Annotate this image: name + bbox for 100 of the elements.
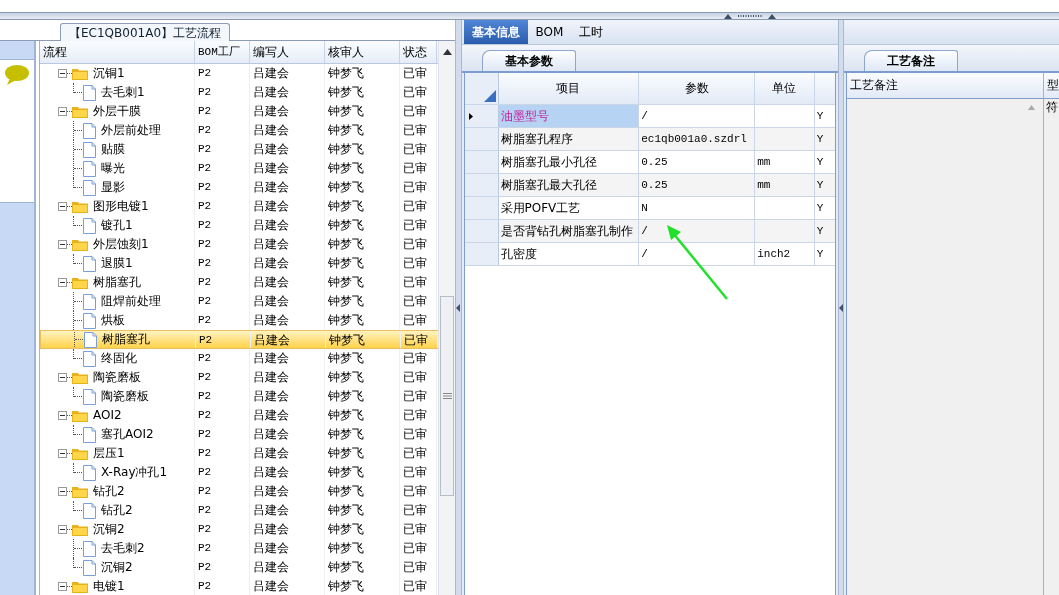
tree-item-label[interactable]: 外层前处理 <box>101 121 161 140</box>
tree-item-label[interactable]: 去毛刺2 <box>101 539 145 558</box>
collapse-toggle-icon[interactable] <box>58 240 67 249</box>
tree-item-label[interactable]: 塞孔AOI2 <box>101 425 154 444</box>
table-cell[interactable]: inch2 <box>755 243 815 265</box>
tree-item-label[interactable]: 显影 <box>101 178 125 197</box>
tree-item-label[interactable]: 树脂塞孔 <box>102 331 150 348</box>
collapse-handle-icon[interactable] <box>723 13 776 19</box>
tree-item-label[interactable]: 镀孔1 <box>101 216 133 235</box>
column-header[interactable]: 型 <box>1044 73 1059 98</box>
table-cell[interactable]: 0.25 <box>639 174 756 196</box>
table-cell[interactable]: mm <box>755 174 815 196</box>
tree-item-label[interactable]: 沉铜2 <box>93 520 125 539</box>
tree-item-label[interactable]: 层压1 <box>93 444 125 463</box>
table-cell[interactable]: 采用POFV工艺 <box>498 197 640 219</box>
collapse-arrow-icon[interactable] <box>838 303 843 312</box>
table-cell: 吕建会 <box>250 83 325 102</box>
tab[interactable]: 基本参数 <box>481 50 576 71</box>
tab[interactable]: 基本信息 <box>463 20 528 44</box>
collapse-toggle-icon[interactable] <box>58 449 67 458</box>
row-header[interactable] <box>464 197 499 219</box>
collapse-toggle-icon[interactable] <box>58 487 67 496</box>
selected-tree-row[interactable]: 树脂塞孔 P2 吕建会 钟梦飞 已审 <box>40 330 438 349</box>
tree-item-label[interactable]: 钻孔2 <box>101 501 133 520</box>
column-header[interactable]: 状态 <box>400 41 437 63</box>
table-cell: P2 <box>195 197 250 216</box>
tree-item-label[interactable]: X-Ray冲孔1 <box>101 463 168 482</box>
table-cell[interactable]: 孔密度 <box>498 243 640 265</box>
tree-item-label[interactable]: 曝光 <box>101 159 125 178</box>
tree-item-label[interactable]: 树脂塞孔 <box>93 273 141 292</box>
column-header[interactable]: 流程 <box>40 41 195 63</box>
scroll-up-icon[interactable] <box>442 49 452 55</box>
table-cell[interactable]: 树脂塞孔最小孔径 <box>498 151 640 173</box>
column-header[interactable]: 核审人 <box>325 41 400 63</box>
tab[interactable]: 工时 <box>571 20 612 44</box>
tree-item-label[interactable]: 贴膜 <box>101 140 125 159</box>
tree-item-label[interactable]: 钻孔2 <box>93 482 125 501</box>
tree-item-label[interactable]: 外层干膜 <box>93 102 141 121</box>
tree-item-label[interactable]: 退膜1 <box>101 254 133 273</box>
table-cell[interactable]: 是否背钻孔树脂塞孔制作 <box>498 220 640 242</box>
column-header[interactable]: BOM工厂 <box>195 41 250 63</box>
table-cell[interactable]: 树脂塞孔最大孔径 <box>498 174 640 196</box>
table-cell[interactable]: Y <box>814 197 835 219</box>
table-cell[interactable]: 树脂塞孔程序 <box>498 128 640 150</box>
table-cell[interactable]: Y <box>814 243 835 265</box>
table-cell[interactable]: / <box>639 105 756 127</box>
table-cell: 吕建会 <box>250 121 325 140</box>
collapse-arrow-icon[interactable] <box>456 303 461 312</box>
collapse-toggle-icon[interactable] <box>58 525 67 534</box>
column-header[interactable]: 参数 <box>639 73 756 104</box>
collapse-toggle-icon[interactable] <box>58 278 67 287</box>
row-header[interactable] <box>464 174 499 196</box>
tree-item-label[interactable]: 图形电镀1 <box>93 197 149 216</box>
tab[interactable]: BOM <box>527 20 572 44</box>
tree-item-label[interactable]: 外层蚀刻1 <box>93 235 149 254</box>
column-header[interactable]: 单位 <box>755 73 815 104</box>
table-cell[interactable]: / <box>639 220 756 242</box>
column-header[interactable]: 项目 <box>498 73 640 104</box>
collapse-toggle-icon[interactable] <box>58 582 67 591</box>
table-cell[interactable]: Y <box>814 151 835 173</box>
row-header[interactable] <box>464 128 499 150</box>
tree-item-label[interactable]: 陶瓷磨板 <box>101 387 149 406</box>
row-header[interactable] <box>464 105 499 127</box>
table-cell[interactable]: N <box>639 197 756 219</box>
row-header[interactable] <box>464 220 499 242</box>
tree-item-label[interactable]: 陶瓷磨板 <box>93 368 141 387</box>
collapse-toggle-icon[interactable] <box>58 411 67 420</box>
tree-item-label[interactable]: 电镀1 <box>93 577 125 595</box>
tree-item-label[interactable]: 阻焊前处理 <box>101 292 161 311</box>
chat-bubble-icon[interactable] <box>4 64 30 86</box>
column-header[interactable]: 工艺备注 <box>847 73 1044 98</box>
table-cell[interactable]: mm <box>755 151 815 173</box>
collapse-toggle-icon[interactable] <box>58 69 67 78</box>
table-cell[interactable]: 油墨型号 <box>498 105 640 127</box>
table-cell[interactable]: ec1qb001a0.szdrl <box>639 128 756 150</box>
scroll-thumb[interactable] <box>440 296 454 496</box>
tab[interactable]: 工艺备注 <box>864 50 958 71</box>
tree-item-label[interactable]: 去毛刺1 <box>101 83 145 102</box>
row-header[interactable] <box>464 151 499 173</box>
table-cell[interactable]: Y <box>814 220 835 242</box>
table-cell[interactable]: Y <box>814 174 835 196</box>
scrollbar[interactable] <box>438 41 455 595</box>
collapse-toggle-icon[interactable] <box>58 373 67 382</box>
table-cell[interactable]: 0.25 <box>639 151 756 173</box>
table-cell: 吕建会 <box>250 140 325 159</box>
document-icon <box>83 559 96 576</box>
tree-item-label[interactable]: 烘板 <box>101 311 125 330</box>
document-icon <box>83 426 96 443</box>
row-header[interactable] <box>464 243 499 265</box>
collapse-toggle-icon[interactable] <box>58 202 67 211</box>
tree-item-label[interactable]: AOI2 <box>93 406 122 425</box>
table-cell[interactable]: / <box>639 243 756 265</box>
tree-item-label[interactable]: 沉铜2 <box>101 558 133 577</box>
tree-item-label[interactable]: 沉铜1 <box>93 64 125 83</box>
column-header[interactable]: 编写人 <box>250 41 325 63</box>
table-cell[interactable]: Y <box>814 128 835 150</box>
panel-title-tab[interactable]: 【EC1QB001A0】工艺流程 <box>60 23 231 43</box>
table-cell[interactable]: Y <box>814 105 835 127</box>
collapse-toggle-icon[interactable] <box>58 107 67 116</box>
tree-item-label[interactable]: 终固化 <box>101 349 137 368</box>
